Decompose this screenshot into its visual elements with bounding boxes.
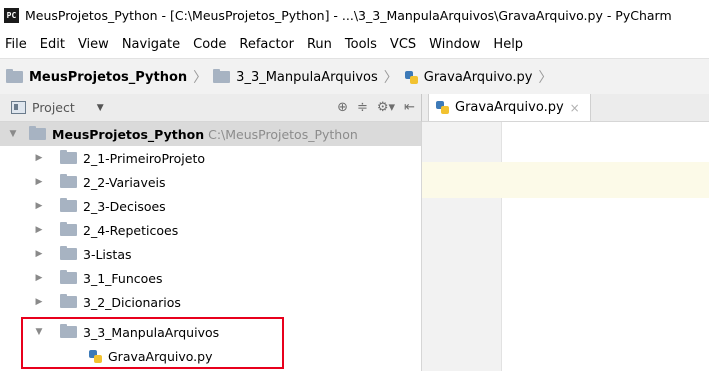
tree-item-label: 3_1_Funcoes <box>83 270 163 286</box>
tree-item[interactable]: ▶ 3_1_Funcoes <box>0 266 421 290</box>
breadcrumb-project-label: MeusProjetos_Python <box>29 69 188 85</box>
folder-icon <box>29 126 46 140</box>
menu-bar: File Edit View Navigate Code Refactor Ru… <box>0 30 709 58</box>
breadcrumb-separator-icon: 〉 <box>383 70 398 86</box>
folder-icon <box>213 69 231 83</box>
tree-item-label: 2_2-Variaveis <box>83 174 166 190</box>
tree-item-label: 3_2_Dicionarios <box>83 294 181 310</box>
project-tree: ▼ MeusProjetos_Python C:\MeusProjetos_Py… <box>0 122 421 371</box>
breadcrumb-folder-label: 3_3_ManpulaArquivos <box>236 69 378 85</box>
tree-item-label: 2_4-Repeticoes <box>83 222 179 238</box>
folder-icon <box>60 294 77 308</box>
menu-vcs[interactable]: VCS <box>384 37 423 52</box>
project-view-selector[interactable]: Project <box>32 100 75 115</box>
breadcrumb-file-label: GravaArquivo.py <box>423 69 533 85</box>
breadcrumb-file[interactable]: GravaArquivo.py 〉 <box>404 67 559 87</box>
breadcrumb-separator-icon: 〉 <box>193 70 208 86</box>
tree-item[interactable]: ▶ 3_2_Dicionarios <box>0 290 421 314</box>
python-file-icon <box>404 70 419 85</box>
breadcrumb-separator-icon: 〉 <box>538 70 553 86</box>
expand-arrow-icon[interactable]: ▶ <box>34 177 44 187</box>
menu-code[interactable]: Code <box>187 37 233 52</box>
menu-file[interactable]: File <box>0 37 34 52</box>
folder-icon <box>60 174 77 188</box>
menu-navigate[interactable]: Navigate <box>116 37 187 52</box>
menu-view[interactable]: View <box>72 37 116 52</box>
tree-item[interactable]: ▶ 2_1-PrimeiroProjeto <box>0 146 421 170</box>
breadcrumb-project[interactable]: MeusProjetos_Python 〉 <box>0 67 213 87</box>
folder-icon <box>60 198 77 212</box>
breadcrumb: MeusProjetos_Python 〉 3_3_ManpulaArquivo… <box>0 58 709 96</box>
expand-arrow-icon[interactable]: ▶ <box>34 153 44 163</box>
tree-item-label: 2_1-PrimeiroProjeto <box>83 150 205 166</box>
expand-arrow-icon[interactable]: ▶ <box>34 273 44 283</box>
tree-item[interactable]: ▶ 2_3-Decisoes <box>0 194 421 218</box>
python-file-icon <box>435 100 450 115</box>
expand-arrow-icon[interactable]: ▼ <box>8 129 18 139</box>
folder-icon <box>60 246 77 260</box>
tree-item-expanded[interactable]: ▼ 3_3_ManpulaArquivos <box>0 320 421 344</box>
menu-refactor[interactable]: Refactor <box>233 37 301 52</box>
pycharm-app-icon: PC <box>4 7 19 23</box>
locate-icon[interactable]: ⊕ <box>337 100 348 115</box>
tree-item-label: 3-Listas <box>83 246 132 262</box>
tree-item[interactable]: ▶ 2_4-Repeticoes <box>0 218 421 242</box>
folder-icon <box>60 150 77 164</box>
hide-icon[interactable]: ⇤ <box>404 100 415 115</box>
menu-window[interactable]: Window <box>423 37 487 52</box>
expand-arrow-icon[interactable]: ▶ <box>34 201 44 211</box>
gutter-caret-line <box>422 162 501 198</box>
tree-item[interactable]: ▶ 3-Listas <box>0 242 421 266</box>
expand-arrow-icon[interactable]: ▶ <box>34 297 44 307</box>
expand-arrow-icon[interactable]: ▶ <box>34 225 44 235</box>
tree-item-label: 3_3_ManpulaArquivos <box>83 324 220 340</box>
window-title: MeusProjetos_Python - [C:\MeusProjetos_P… <box>25 7 672 23</box>
folder-icon <box>60 222 77 236</box>
expand-arrow-icon[interactable]: ▼ <box>34 327 44 337</box>
editor-gutter <box>422 122 502 371</box>
menu-tools[interactable]: Tools <box>339 37 384 52</box>
project-toolwindow-header: Project ▼ ⊕ ≑ ⚙▾ ⇤ <box>0 94 421 122</box>
folder-icon <box>60 270 77 284</box>
menu-edit[interactable]: Edit <box>34 37 72 52</box>
tree-root[interactable]: ▼ MeusProjetos_Python C:\MeusProjetos_Py… <box>0 122 421 146</box>
code-editor[interactable] <box>421 122 709 371</box>
collapse-icon[interactable]: ≑ <box>357 100 368 115</box>
menu-help[interactable]: Help <box>487 37 530 52</box>
tree-file-item[interactable]: GravaArquivo.py <box>0 344 421 368</box>
tree-item-label: 2_3-Decisoes <box>83 198 166 214</box>
menu-run[interactable]: Run <box>301 37 339 52</box>
tab-gravaarquivo[interactable]: GravaArquivo.py × <box>428 94 591 121</box>
breadcrumb-folder[interactable]: 3_3_ManpulaArquivos 〉 <box>213 67 404 87</box>
tree-root-path: C:\MeusProjetos_Python <box>208 126 358 142</box>
project-icon <box>11 101 26 114</box>
title-bar: PC MeusProjetos_Python - [C:\MeusProjeto… <box>0 0 709 30</box>
settings-icon[interactable]: ⚙▾ <box>377 100 395 115</box>
chevron-down-icon[interactable]: ▼ <box>97 103 104 113</box>
folder-icon <box>60 324 77 338</box>
close-icon[interactable]: × <box>570 101 580 115</box>
tree-item[interactable]: ▶ 2_2-Variaveis <box>0 170 421 194</box>
folder-icon <box>6 69 23 83</box>
tab-label: GravaArquivo.py <box>455 100 564 115</box>
expand-arrow-icon[interactable]: ▶ <box>34 249 44 259</box>
tree-file-label: GravaArquivo.py <box>108 348 213 364</box>
python-file-icon <box>88 349 103 364</box>
editor-tab-strip: GravaArquivo.py × <box>421 94 709 122</box>
tree-root-label: MeusProjetos_Python <box>52 126 205 142</box>
